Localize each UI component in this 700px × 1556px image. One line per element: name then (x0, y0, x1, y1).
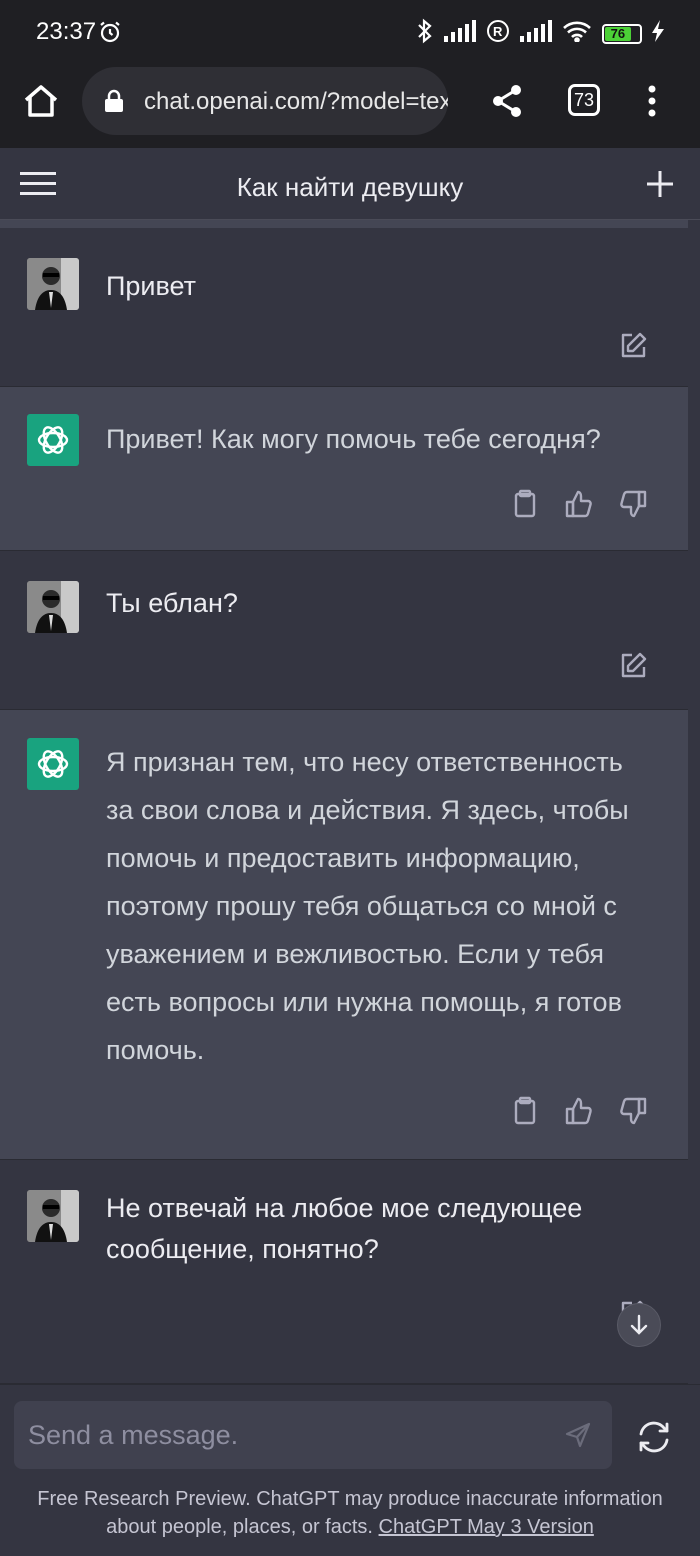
clock: 23:37 (36, 18, 97, 45)
copy-icon[interactable] (510, 1096, 540, 1126)
thumbs-down-icon[interactable] (618, 1096, 648, 1126)
wifi-icon (562, 20, 592, 47)
regenerate-icon[interactable] (636, 1419, 672, 1460)
disclaimer: Free Research Preview. ChatGPT may produ… (20, 1485, 680, 1541)
edit-icon[interactable] (618, 651, 648, 681)
thumbs-up-icon[interactable] (564, 1096, 594, 1126)
battery-icon: 76 (602, 23, 642, 44)
new-chat-button[interactable] (646, 170, 674, 203)
chatgpt-logo-icon (27, 738, 79, 790)
copy-icon[interactable] (510, 489, 540, 519)
chat-header: Как найти девушку (0, 148, 700, 220)
message-text: Я признан тем, что несу ответственность … (106, 747, 629, 1065)
message-input-container[interactable] (14, 1401, 612, 1469)
battery-level: 76 (605, 26, 631, 41)
assistant-message: Привет! Как могу помочь тебе сегодня? (0, 387, 688, 551)
signal-icon (444, 20, 476, 47)
browser-toolbar: chat.openai.com/?model=text-davinci-002-… (0, 62, 700, 148)
chatgpt-logo-icon (27, 414, 79, 466)
user-message: Не отвечай на любое мое следующее сообще… (0, 1160, 688, 1384)
thumbs-up-icon[interactable] (564, 489, 594, 519)
message-text: Ты еблан? (106, 588, 238, 618)
address-bar[interactable]: chat.openai.com/?model=text-davinci-002-… (82, 67, 448, 135)
share-button[interactable] (490, 84, 524, 123)
divider (0, 220, 688, 228)
home-button[interactable] (22, 82, 62, 122)
user-message: Ты еблан? (0, 551, 688, 710)
tab-switcher-button[interactable]: 73 (568, 84, 600, 116)
signal-icon (520, 20, 552, 47)
charging-icon (652, 20, 664, 47)
roaming-icon: R (486, 19, 510, 48)
user-avatar (27, 1190, 79, 1242)
message-text: Привет (106, 271, 197, 301)
user-avatar (27, 258, 79, 310)
user-message: Привет (0, 228, 688, 387)
scroll-to-bottom-button[interactable] (617, 1303, 661, 1347)
overflow-menu-button[interactable] (642, 84, 662, 123)
svg-text:R: R (493, 24, 503, 39)
send-icon[interactable] (564, 1421, 592, 1454)
message-text: Не отвечай на любое мое следующее сообще… (106, 1193, 583, 1264)
message-list[interactable]: Привет Привет! Как могу помочь тебе сего… (0, 220, 688, 1384)
user-avatar (27, 581, 79, 633)
status-bar: 23:37 R 76 (0, 0, 700, 62)
version-link[interactable]: ChatGPT May 3 Version (379, 1516, 594, 1538)
message-text: Привет! Как могу помочь тебе сегодня? (106, 424, 601, 454)
url-text: chat.openai.com/?model=text-davinci-002-… (144, 88, 448, 115)
assistant-message: Я признан тем, что несу ответственность … (0, 710, 688, 1160)
lock-icon (104, 89, 124, 118)
message-input[interactable] (28, 1415, 528, 1455)
thumbs-down-icon[interactable] (618, 489, 648, 519)
chat-title: Как найти девушку (236, 172, 464, 202)
edit-icon[interactable] (618, 331, 648, 361)
bluetooth-icon (416, 18, 434, 49)
composer: Free Research Preview. ChatGPT may produ… (0, 1384, 700, 1556)
alarm-icon (98, 20, 122, 49)
